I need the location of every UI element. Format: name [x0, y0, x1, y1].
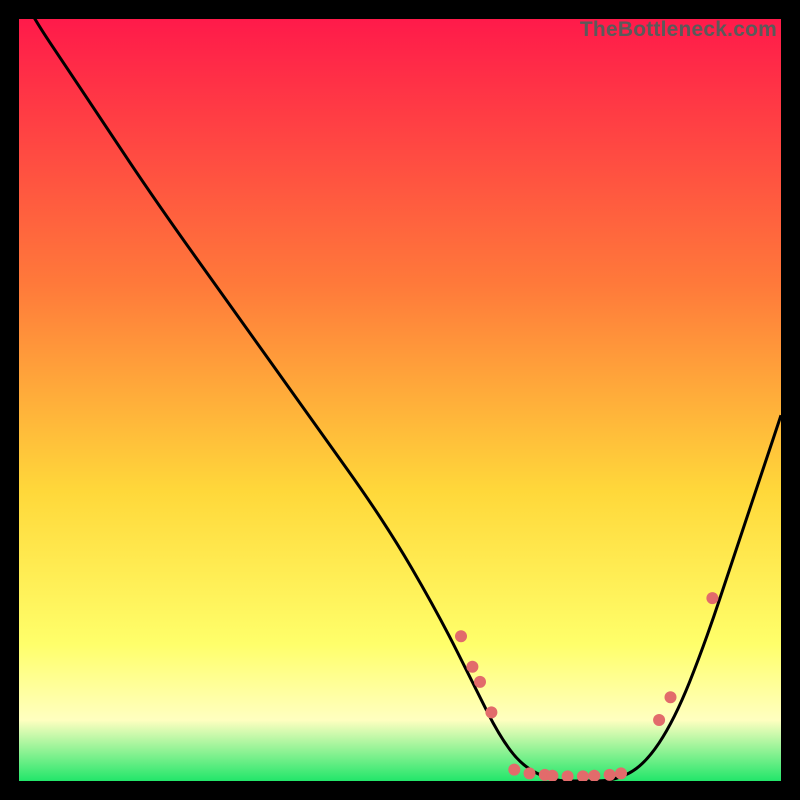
- data-marker: [474, 676, 486, 688]
- data-marker: [577, 770, 589, 781]
- data-marker: [665, 691, 677, 703]
- data-marker: [562, 770, 574, 781]
- data-marker: [604, 769, 616, 781]
- data-marker: [455, 630, 467, 642]
- data-marker: [615, 767, 627, 779]
- data-marker: [706, 592, 718, 604]
- data-marker: [524, 767, 536, 779]
- chart-frame: TheBottleneck.com: [19, 19, 781, 781]
- bottleneck-curve: [19, 19, 781, 781]
- data-marker: [653, 714, 665, 726]
- data-marker: [588, 770, 600, 781]
- data-marker: [466, 661, 478, 673]
- data-marker: [508, 764, 520, 776]
- data-marker: [485, 706, 497, 718]
